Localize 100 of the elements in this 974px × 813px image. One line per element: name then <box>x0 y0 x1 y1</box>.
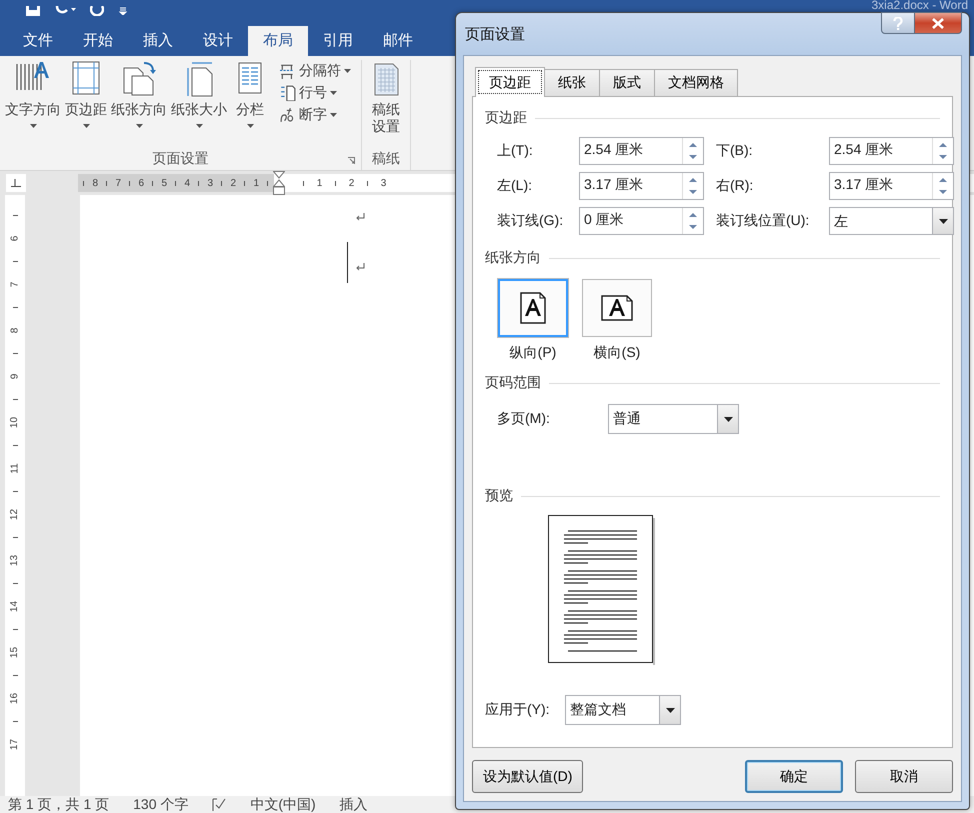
field-label: 多页(M): <box>497 410 551 428</box>
ruler-number: 7 <box>114 178 122 188</box>
ruler-number: 2 <box>348 178 356 188</box>
field-label: 装订线位置(U): <box>716 212 810 230</box>
ruler-number: 1 <box>252 178 260 188</box>
caret-icon <box>330 91 337 95</box>
ribbon-button[interactable]: 行号 <box>280 84 351 102</box>
paragraph-mark-icon <box>356 213 365 221</box>
section-heading: 纸张方向 <box>485 249 541 267</box>
ruler-number: 9 <box>10 374 20 380</box>
ribbon-button[interactable]: 分隔符 <box>280 62 351 80</box>
option-label: 纵向(P) <box>510 344 556 362</box>
dialog-launcher-icon[interactable] <box>348 157 355 164</box>
field-label: 左(L): <box>497 177 533 195</box>
ruler-number: 11 <box>10 463 20 474</box>
help-icon <box>893 16 903 30</box>
paragraph-mark-icon <box>356 263 365 271</box>
section-heading: 页码范围 <box>485 374 541 392</box>
ribbon-button[interactable]: 页边距 <box>64 60 108 148</box>
field-label: 应用于(Y): <box>485 701 551 719</box>
status-text: 插入 <box>340 796 368 813</box>
group-label: 页面设置 <box>152 150 208 168</box>
ruler-number: 8 <box>10 328 20 334</box>
field-label: 右(R): <box>716 177 754 195</box>
field-label: 上(T): <box>497 142 534 160</box>
ruler-number: 4 <box>183 178 192 188</box>
landscape-page-icon <box>600 295 634 321</box>
ruler-number: 3 <box>380 178 388 188</box>
customize-icon[interactable] <box>118 7 128 15</box>
dialog-button[interactable]: 取消 <box>855 760 953 793</box>
ribbon-button[interactable]: 稿纸设置 <box>366 60 406 148</box>
orientation-option[interactable] <box>498 279 568 337</box>
section-heading: 页边距 <box>485 109 527 127</box>
indent-marker-icon[interactable] <box>272 171 284 195</box>
ruler-number: 5 <box>160 178 168 188</box>
dropdown-field[interactable]: 整篇文档 <box>565 695 681 725</box>
dialog-tab[interactable]: 文档网格 <box>654 69 738 96</box>
dropdown-arrow-icon[interactable] <box>724 416 732 422</box>
portrait-page-icon <box>519 292 547 324</box>
redo-icon[interactable] <box>90 6 104 16</box>
dropdown-arrow-icon[interactable] <box>938 218 948 224</box>
section-heading: 预览 <box>485 487 513 505</box>
ribbon-tab[interactable]: 布局 <box>248 26 308 56</box>
dialog-title: 页面设置 <box>464 24 525 44</box>
close-button[interactable] <box>915 12 962 34</box>
ruler-number: 2 <box>229 178 238 188</box>
close-icon <box>932 18 944 28</box>
window-title: 3xia2.docx - Word <box>872 0 968 11</box>
field-label: 下(B): <box>716 142 754 160</box>
dialog-button[interactable]: 确定 <box>745 760 843 793</box>
ruler-number: 6 <box>10 236 20 242</box>
status-text: 130 个字 <box>133 796 188 813</box>
dialog-tab[interactable]: 版式 <box>599 69 655 96</box>
dialog-button[interactable]: 设为默认值(D) <box>472 760 584 793</box>
spinner-field[interactable]: 2.54 厘米 <box>829 137 954 165</box>
line-numbers-icon <box>280 85 296 101</box>
ruler-number: 7 <box>10 282 20 288</box>
status-text: 第 1 页，共 1 页 <box>8 796 110 813</box>
save-icon[interactable] <box>26 6 40 16</box>
caret-icon <box>330 113 337 117</box>
ribbon-button[interactable]: 文字方向 <box>4 60 62 148</box>
ribbon-button[interactable]: 分栏 <box>230 60 270 148</box>
proofing-icon[interactable] <box>212 798 226 811</box>
ribbon-button[interactable]: 断字 <box>280 106 351 124</box>
option-label: 横向(S) <box>594 344 640 362</box>
dialog-tab[interactable]: 页边距 <box>475 67 545 97</box>
spinner-field[interactable]: 3.17 厘米 <box>579 172 704 200</box>
ruler-number: 1 <box>316 178 324 188</box>
spinner-field[interactable]: 2.54 厘米 <box>579 137 704 165</box>
dropdown-arrow-icon[interactable] <box>666 708 674 712</box>
ribbon-tab[interactable]: 文件 <box>8 26 68 56</box>
ruler-number: 13 <box>10 554 20 566</box>
ruler-number: 8 <box>91 178 100 188</box>
ruler-number: 6 <box>137 178 146 188</box>
group-label: 稿纸 <box>372 150 400 168</box>
ribbon-tab[interactable]: 开始 <box>68 26 128 56</box>
ruler-number: 15 <box>10 646 20 658</box>
ribbon-tab[interactable]: 引用 <box>308 26 368 56</box>
help-button[interactable] <box>881 12 915 34</box>
ribbon-tab[interactable]: 插入 <box>128 26 188 56</box>
undo-icon[interactable] <box>54 6 76 16</box>
spinner-field[interactable]: 3.17 厘米 <box>829 172 954 200</box>
orientation-option[interactable] <box>582 279 652 337</box>
hyphenation-icon <box>280 107 296 123</box>
tab-stop-icon[interactable] <box>11 179 21 187</box>
dialog-tab[interactable]: 纸张 <box>544 69 600 96</box>
ruler-number: 17 <box>10 738 20 750</box>
ruler-number: 14 <box>10 600 20 612</box>
spinner-field[interactable]: 0 厘米 <box>579 207 704 235</box>
text-cursor <box>347 242 348 283</box>
ribbon-tab[interactable]: 邮件 <box>368 26 428 56</box>
dropdown-field[interactable]: 普通 <box>608 404 739 434</box>
ruler-number: 10 <box>10 416 20 428</box>
ruler-number: 3 <box>206 178 214 188</box>
dropdown-field[interactable]: 左 <box>829 207 954 235</box>
ribbon-tab[interactable]: 设计 <box>188 26 248 56</box>
caret-icon <box>344 69 351 73</box>
field-label: 装订线(G): <box>497 212 564 230</box>
ribbon-button[interactable]: 纸张方向 <box>110 60 168 148</box>
ribbon-button[interactable]: 纸张大小 <box>170 60 228 148</box>
